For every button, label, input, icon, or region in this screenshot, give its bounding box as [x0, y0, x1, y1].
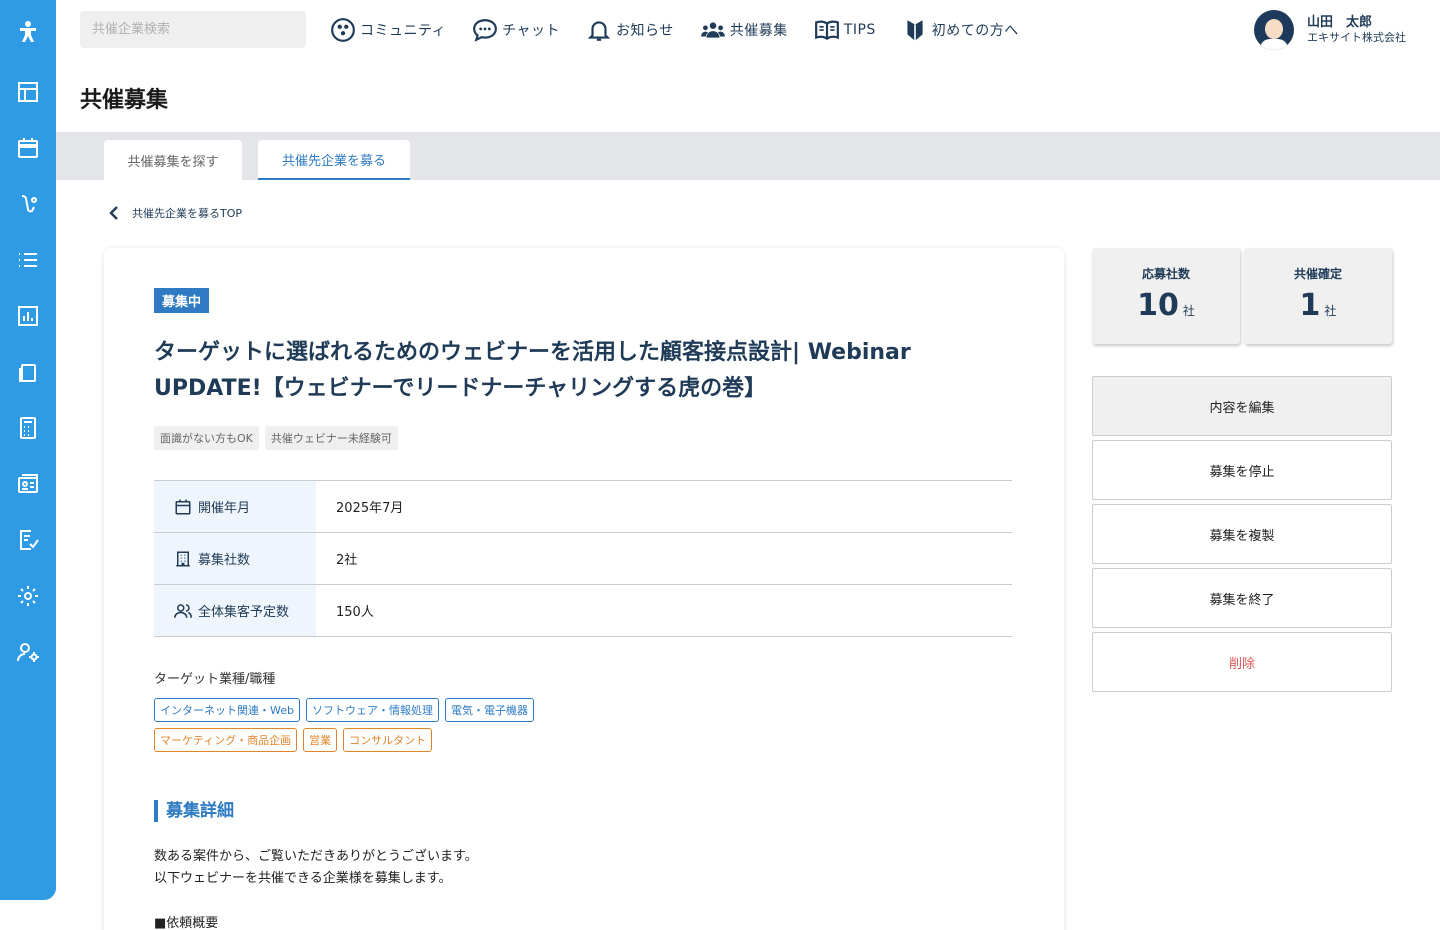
stat-confirmed: 共催確定 1社 [1244, 248, 1392, 344]
condition-tag: 面識がない方もOK [154, 426, 259, 450]
table-row: 開催年月 2025年7月 [154, 480, 1012, 533]
people-icon [700, 22, 725, 38]
table-row: 募集社数 2社 [154, 532, 1012, 585]
detail-heading: 募集詳細 [154, 800, 234, 822]
info-label: 全体集客予定数 [198, 605, 290, 620]
stat-label: 共催確定 [1293, 267, 1342, 281]
nav-notifications[interactable]: お知らせ [586, 17, 674, 43]
nav-label: 共催募集 [729, 23, 788, 39]
info-label-cell: 開催年月 [154, 480, 316, 533]
info-label: 募集社数 [198, 553, 251, 568]
job-chip: コンサルタント [343, 728, 433, 752]
back-link[interactable]: 共催先企業を募るTOP [108, 205, 242, 221]
clipboard-icon[interactable] [14, 358, 42, 386]
book-icon [814, 20, 839, 40]
nav-tips[interactable]: TIPS [814, 17, 876, 43]
user-name: 山田 太郎 [1307, 15, 1373, 30]
tab-bar: 共催募集を探す 共催先企業を募る [56, 132, 1440, 180]
calculator-icon[interactable] [14, 414, 42, 442]
tab-recruit-cohost[interactable]: 共催先企業を募る [258, 140, 410, 180]
industry-chips: インターネット関連・Web ソフトウェア・情報処理 電気・電子機器 [154, 698, 754, 722]
tab-search-recruitment[interactable]: 共催募集を探す [104, 140, 242, 180]
end-recruitment-button[interactable]: 募集を終了 [1092, 568, 1392, 628]
edit-button[interactable]: 内容を編集 [1092, 376, 1392, 436]
stat-label: 応募社数 [1141, 267, 1190, 281]
detail-subheading: ■依頼概要 [154, 916, 219, 930]
stat-applicants: 応募社数 10 社 [1092, 248, 1240, 344]
detail-line: 数ある案件から、ご覧いただきありがとうございます。 [154, 849, 478, 864]
user-menu[interactable]: 山田 太郎 エキサイト株式会社 [1254, 10, 1406, 50]
back-link-label: 共催先企業を募るTOP [132, 207, 243, 220]
beginner-icon [907, 20, 923, 41]
user-company: エキサイト株式会社 [1307, 31, 1406, 44]
calendar-icon [175, 499, 191, 514]
dashboard-icon[interactable] [14, 78, 42, 106]
detail-line: 以下ウェビナーを共催できる企業様を募集します。 [154, 871, 452, 886]
chevron-left-icon [109, 206, 118, 220]
chat-icon [473, 19, 498, 42]
logo-icon[interactable] [14, 18, 42, 46]
stat-unit: 社 [1324, 304, 1337, 318]
info-label-cell: 募集社数 [154, 532, 316, 585]
job-chip: マーケティング・商品企画 [154, 728, 298, 752]
nav-community[interactable]: コミュニティ [330, 17, 446, 43]
job-chip: 営業 [303, 728, 338, 752]
top-nav: コミュニティ チャット お知らせ 共催募集 TIPS 初めての方へ [330, 16, 1045, 44]
stat-value: 1 [1299, 288, 1321, 323]
delete-button[interactable]: 削除 [1092, 632, 1392, 692]
list-icon[interactable] [14, 246, 42, 274]
people-icon [174, 603, 192, 618]
nav-beginners[interactable]: 初めての方へ [902, 17, 1019, 43]
nav-label: チャット [502, 23, 561, 39]
job-chips: マーケティング・商品企画 営業 コンサルタント [154, 728, 754, 752]
table-row: 全体集客予定数 150人 [154, 584, 1012, 637]
condition-tag: 共催ウェビナー未経験可 [264, 426, 398, 450]
nav-chat[interactable]: チャット [472, 17, 560, 43]
nav-cohost-recruit[interactable]: 共催募集 [700, 17, 788, 43]
info-value: 150人 [316, 584, 1012, 637]
id-card-icon[interactable] [14, 470, 42, 498]
nav-label: 初めての方へ [931, 23, 1019, 39]
info-table: 開催年月 2025年7月 募集社数 2社 全体集客予定数 150人 [154, 480, 1012, 637]
gear-icon[interactable] [14, 582, 42, 610]
nav-label: コミュニティ [360, 23, 447, 39]
info-value: 2025年7月 [316, 480, 1012, 533]
nav-label: TIPS [843, 22, 876, 38]
industry-chip: インターネット関連・Web [154, 698, 300, 722]
info-label-cell: 全体集客予定数 [154, 584, 316, 637]
duplicate-recruitment-button[interactable]: 募集を複製 [1092, 504, 1392, 564]
industry-chip: 電気・電子機器 [444, 698, 534, 722]
avatar [1254, 10, 1294, 50]
detail-text: 数ある案件から、ご覧いただきありがとうございます。 以下ウェビナーを共催できる企… [154, 846, 478, 890]
user-settings-icon[interactable] [14, 638, 42, 666]
search-input[interactable] [80, 11, 306, 48]
page-title: 共催募集 [80, 88, 169, 113]
stat-unit: 社 [1182, 304, 1195, 318]
calendar-icon[interactable] [14, 134, 42, 162]
community-icon [331, 18, 355, 42]
stop-recruitment-button[interactable]: 募集を停止 [1092, 440, 1392, 500]
document-edit-icon[interactable] [14, 526, 42, 554]
recruitment-card: 募集中 ターゲットに選ばれるためのウェビナーを活用した顧客接点設計| Webin… [104, 248, 1064, 930]
chart-icon[interactable] [14, 302, 42, 330]
microphone-icon[interactable] [14, 190, 42, 218]
bell-icon [587, 21, 611, 41]
nav-label: お知らせ [616, 23, 674, 39]
stat-value: 10 [1137, 288, 1179, 323]
building-icon [176, 551, 190, 566]
condition-tags: 面識がない方もOK 共催ウェビナー未経験可 [154, 426, 404, 450]
target-label: ターゲット業種/職種 [154, 672, 276, 687]
recruitment-title: ターゲットに選ばれるためのウェビナーを活用した顧客接点設計| Webinar U… [154, 340, 911, 401]
info-value: 2社 [316, 532, 1012, 585]
status-badge: 募集中 [154, 288, 210, 313]
sidebar [0, 0, 56, 900]
industry-chip: ソフトウェア・情報処理 [305, 698, 439, 722]
info-label: 開催年月 [198, 501, 251, 516]
